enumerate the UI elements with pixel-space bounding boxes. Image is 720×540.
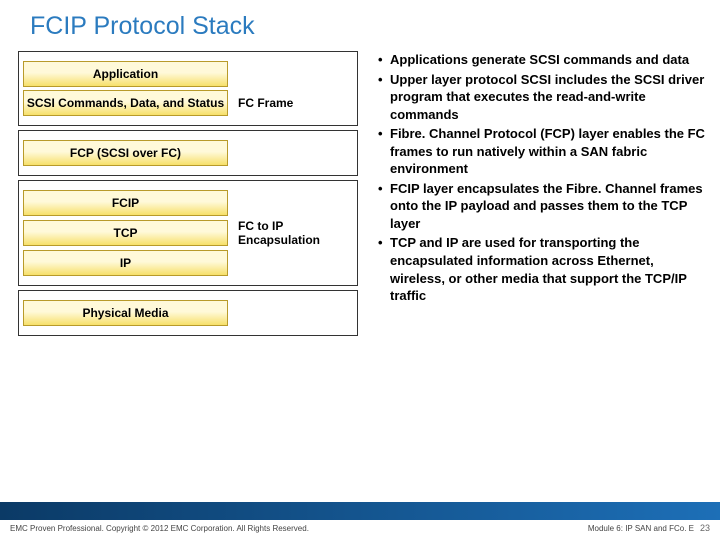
layer-fcip: FCIP <box>23 190 228 216</box>
content-area: Application SCSI Commands, Data, and Sta… <box>0 41 720 340</box>
layer-tcp: TCP <box>23 220 228 246</box>
stack-row: Application <box>23 61 353 87</box>
module-label: Module 6: IP SAN and FCo. E <box>588 524 694 533</box>
page-number: 23 <box>700 523 710 533</box>
bullets-list: Applications generate SCSI commands and … <box>364 51 710 305</box>
layer-physical: Physical Media <box>23 300 228 326</box>
list-item: FCIP layer encapsulates the Fibre. Chann… <box>378 180 710 233</box>
bullets-pane: Applications generate SCSI commands and … <box>364 51 710 340</box>
layer-ip: IP <box>23 250 228 276</box>
stack-group-3: FCIP TCP FC to IP Encapsulation IP <box>18 180 358 286</box>
page-title: FCIP Protocol Stack <box>0 0 720 41</box>
list-item: Fibre. Channel Protocol (FCP) layer enab… <box>378 125 710 178</box>
stack-group-4: Physical Media <box>18 290 358 336</box>
footer-text: EMC Proven Professional. Copyright © 201… <box>0 520 720 533</box>
stack-row: FCIP <box>23 190 353 216</box>
list-item: Applications generate SCSI commands and … <box>378 51 710 69</box>
stack-group-2: FCP (SCSI over FC) <box>18 130 358 176</box>
layer-application: Application <box>23 61 228 87</box>
footer-right: Module 6: IP SAN and FCo. E 23 <box>588 523 710 533</box>
stack-row: TCP FC to IP Encapsulation <box>23 219 353 247</box>
layer-scsi: SCSI Commands, Data, and Status <box>23 90 228 116</box>
stack-row: Physical Media <box>23 300 353 326</box>
list-item: TCP and IP are used for transporting the… <box>378 234 710 304</box>
stack-row: FCP (SCSI over FC) <box>23 140 353 166</box>
footer: EMC Proven Professional. Copyright © 201… <box>0 502 720 540</box>
layer-fcp: FCP (SCSI over FC) <box>23 140 228 166</box>
protocol-stack-diagram: Application SCSI Commands, Data, and Sta… <box>18 51 358 340</box>
annotation-encapsulation: FC to IP Encapsulation <box>228 219 353 247</box>
footer-bar <box>0 502 720 520</box>
stack-group-1: Application SCSI Commands, Data, and Sta… <box>18 51 358 126</box>
stack-row: IP <box>23 250 353 276</box>
copyright: EMC Proven Professional. Copyright © 201… <box>10 524 309 533</box>
annotation-fc-frame: FC Frame <box>228 96 293 110</box>
stack-row: SCSI Commands, Data, and Status FC Frame <box>23 90 353 116</box>
list-item: Upper layer protocol SCSI includes the S… <box>378 71 710 124</box>
